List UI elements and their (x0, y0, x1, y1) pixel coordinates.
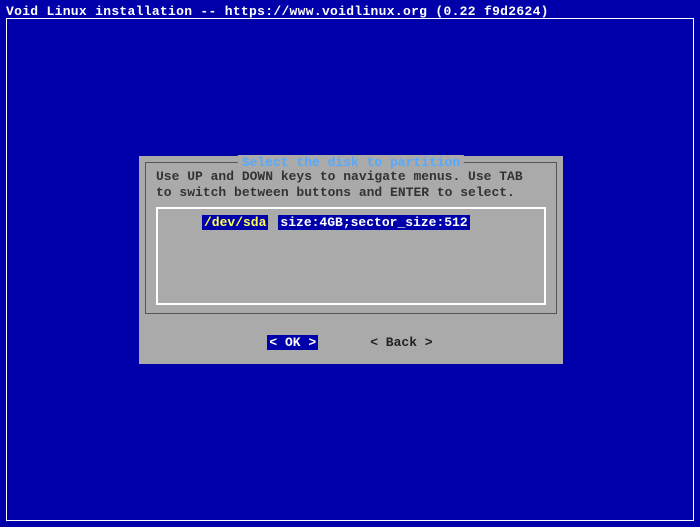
partition-dialog: Select the disk to partition Use UP and … (139, 156, 563, 364)
disk-info: size:4GB;sector_size:512 (278, 215, 469, 230)
ok-button[interactable]: < OK > (267, 335, 318, 350)
dialog-instructions: Use UP and DOWN keys to navigate menus. … (156, 169, 546, 201)
back-button[interactable]: < Back > (368, 335, 434, 350)
dialog-title: Select the disk to partition (238, 155, 464, 170)
disk-device: /dev/sda (202, 215, 268, 230)
dialog-border: Select the disk to partition Use UP and … (145, 162, 557, 314)
disk-listbox[interactable]: /dev/sda size:4GB;sector_size:512 (156, 207, 546, 305)
window-title: Void Linux installation -- https://www.v… (6, 4, 694, 19)
list-item[interactable]: /dev/sda size:4GB;sector_size:512 (158, 215, 544, 230)
button-row: < OK > < Back > (139, 335, 563, 350)
